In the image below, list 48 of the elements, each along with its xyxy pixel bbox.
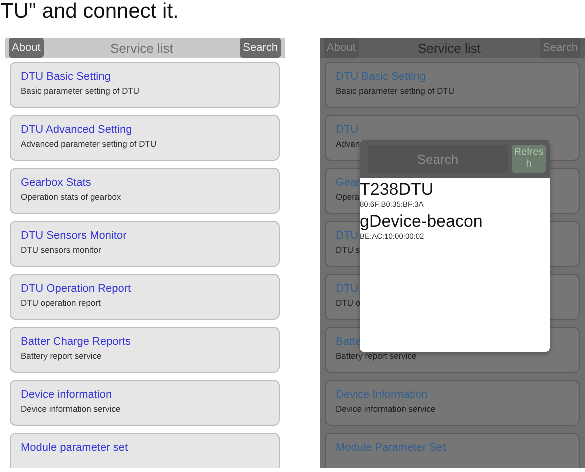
service-card[interactable]: DTU Operation Report DTU operation report: [10, 274, 280, 320]
search-field[interactable]: Search: [368, 145, 508, 173]
service-card[interactable]: Device Information Device information service: [325, 380, 580, 426]
service-card[interactable]: Gearbox Stats Operation stats of gearbox: [10, 168, 280, 214]
service-card[interactable]: DTU Basic Setting Basic parameter setting of DTU: [10, 62, 280, 108]
service-card[interactable]: DTU Basic Setting Basic parameter setting of DTU: [325, 62, 580, 108]
service-description: DTU s: [336, 245, 360, 255]
service-title: DTU Operation Report: [21, 283, 132, 295]
service-title: Module Parameter Set: [336, 442, 446, 454]
service-title: Batter Charge Reports: [21, 336, 132, 348]
service-description: Device information service: [336, 404, 436, 414]
device-name[interactable]: T238DTU: [360, 180, 550, 200]
service-card[interactable]: Module parameter set: [10, 433, 280, 468]
service-description: Device information service: [21, 404, 121, 414]
service-description: DTU operation report: [21, 298, 101, 308]
service-title: DTU: [336, 124, 359, 136]
service-card[interactable]: Device information Device information service: [10, 380, 280, 426]
service-description: Operation stats of gearbox: [21, 192, 122, 202]
service-description: Opera: [336, 192, 360, 202]
service-title: Gear: [336, 177, 360, 189]
service-title: DTU: [336, 230, 359, 242]
instruction-text: TU" and connect it.: [0, 0, 180, 24]
service-title: Device information: [21, 389, 112, 401]
service-card[interactable]: DTU Sensors Monitor DTU sensors monitor: [10, 221, 280, 267]
device-name[interactable]: gDevice-beacon: [360, 212, 550, 232]
service-title: DTU Advanced Setting: [21, 124, 132, 136]
screen-title: Service list: [110, 40, 174, 56]
service-description: Advanced parameter setting of DTU: [21, 139, 157, 149]
service-description: Basic parameter setting of DTU: [21, 86, 140, 96]
service-title: DTU Basic Setting: [336, 71, 426, 83]
service-card[interactable]: DTU Advanced Setting Advanced parameter setting of DTU: [10, 115, 280, 161]
service-title: Gearbox Stats: [21, 177, 92, 189]
service-title: DTU Sensors Monitor: [21, 230, 127, 242]
service-description: DTU sensors monitor: [21, 245, 102, 255]
search-button[interactable]: Search: [240, 38, 281, 58]
service-description: DTU o: [336, 298, 361, 308]
service-title: Batte: [336, 336, 362, 348]
service-title: DTU Basic Setting: [21, 71, 111, 83]
service-card[interactable]: Batter Charge Reports Battery report service: [10, 327, 280, 373]
service-description: Battery report service: [336, 351, 417, 361]
service-title: DTU: [336, 283, 359, 295]
about-button[interactable]: About: [9, 38, 44, 58]
service-description: Battery report service: [21, 351, 102, 361]
service-title: Module parameter set: [21, 442, 128, 454]
service-description: Advan: [336, 139, 360, 149]
service-title: Device Information: [336, 389, 428, 401]
service-description: Basic parameter setting of DTU: [336, 86, 455, 96]
screen-title: Service list: [418, 40, 481, 56]
